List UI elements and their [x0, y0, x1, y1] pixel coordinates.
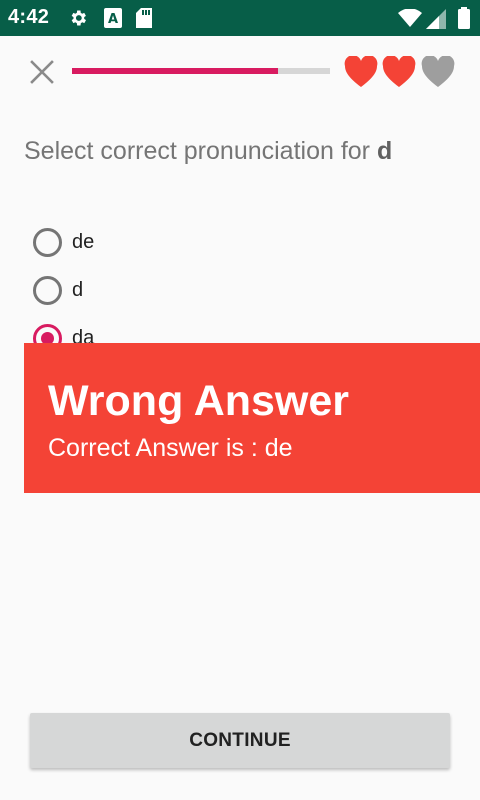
status-bar: 4:42 A	[0, 0, 480, 36]
heart-full-icon	[382, 55, 416, 88]
status-time: 4:42	[8, 6, 50, 28]
svg-text:A: A	[108, 12, 118, 27]
answer-option-label: d	[72, 278, 84, 301]
feedback-banner: Wrong Answer Correct Answer is : de	[24, 343, 480, 493]
a-icon: A	[104, 8, 122, 28]
lesson-progress-fill	[72, 68, 279, 74]
radio-button[interactable]	[33, 227, 62, 257]
sd-card-icon	[136, 8, 152, 28]
question-target: d	[376, 137, 393, 165]
settings-icon	[68, 8, 88, 28]
radio-button[interactable]	[33, 275, 62, 305]
answer-option-label: de	[72, 230, 95, 253]
answer-option-1[interactable]: de	[33, 226, 94, 258]
feedback-subtitle: Correct Answer is : de	[48, 434, 293, 462]
question-prompt: Select correct pronunciation for d	[24, 137, 392, 166]
battery-icon	[458, 7, 470, 29]
heart-full-icon	[344, 55, 378, 88]
close-icon	[30, 60, 54, 84]
lesson-progress-bar	[72, 68, 330, 74]
signal-icon	[426, 9, 446, 29]
feedback-title: Wrong Answer	[48, 377, 350, 425]
question-text: Select correct pronunciation for	[24, 137, 377, 165]
close-button[interactable]	[26, 56, 58, 88]
heart-empty-icon	[421, 55, 455, 88]
wifi-icon	[398, 9, 422, 27]
answer-option-2[interactable]: d	[33, 274, 83, 306]
continue-button[interactable]: CONTINUE	[30, 713, 450, 768]
